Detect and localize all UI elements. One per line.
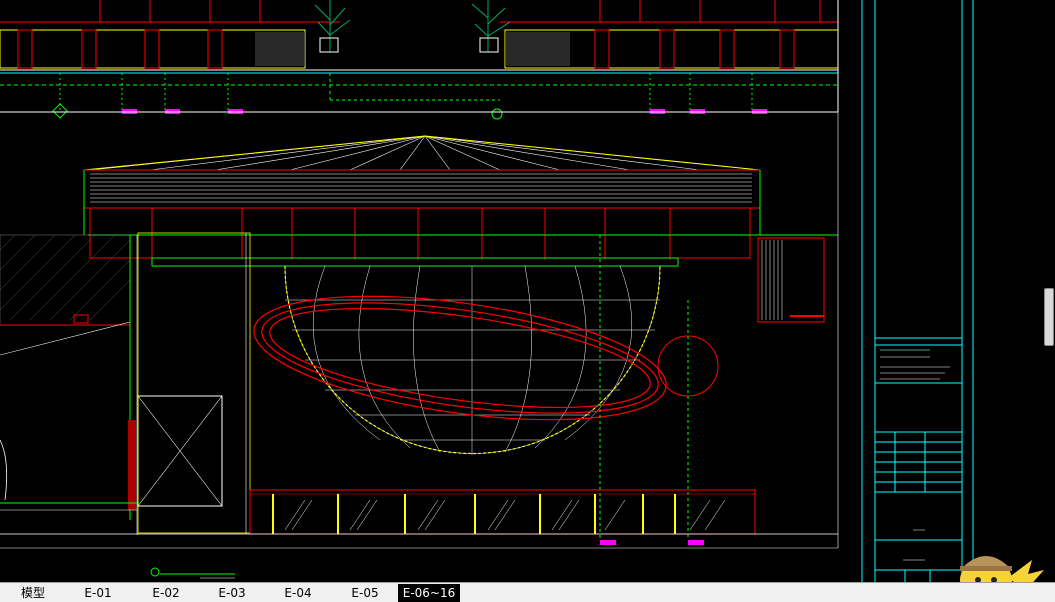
tab-e-03[interactable]: E-03 [202,584,262,602]
tab-e-04[interactable]: E-04 [268,584,328,602]
drawing-viewport[interactable] [0,0,1055,602]
title-block-notes [880,349,950,561]
tab-model[interactable]: 模型 [4,584,62,602]
title-block [861,0,974,582]
cad-drawing-canvas[interactable] [0,0,1055,582]
main-elevation [0,112,839,579]
tab-e-01[interactable]: E-01 [68,584,128,602]
top-elevation [0,0,839,120]
tab-e-05[interactable]: E-05 [334,584,396,602]
scrollbar-handle[interactable] [1044,288,1054,346]
layout-tab-bar: 模型 E-01 E-02 E-03 E-04 E-05 E-06~16 [0,582,1055,602]
tab-e-02[interactable]: E-02 [136,584,196,602]
tab-e-06-16[interactable]: E-06~16 [398,584,460,602]
